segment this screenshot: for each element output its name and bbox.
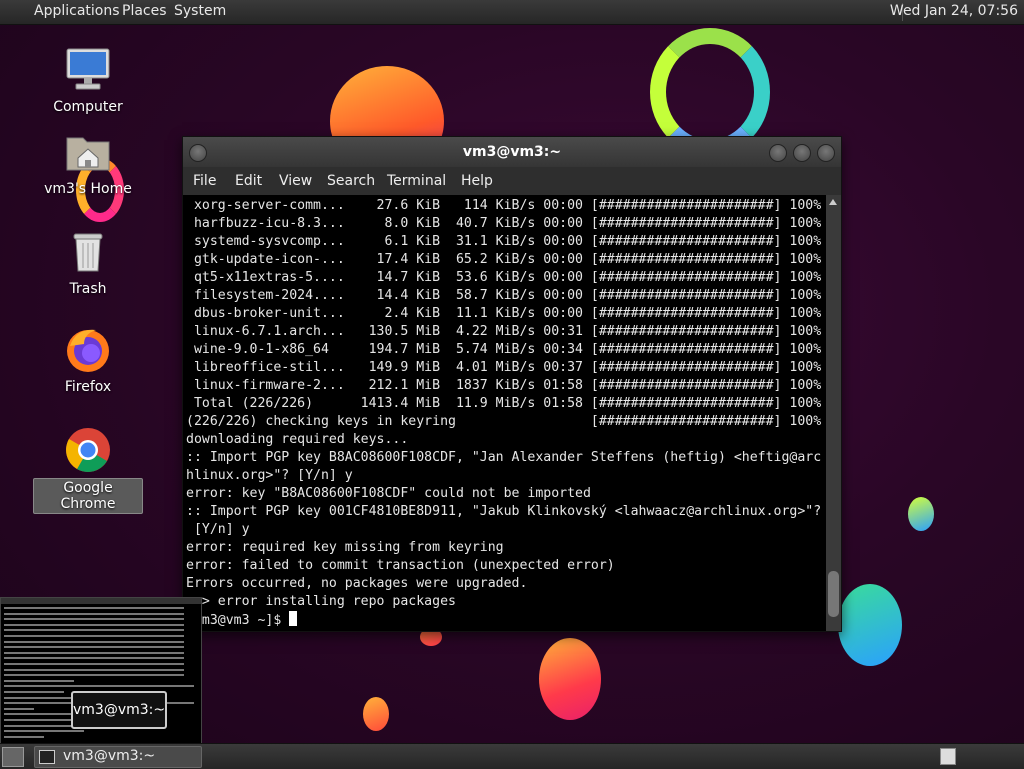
wallpaper-teal-blob bbox=[838, 584, 902, 666]
menu-help[interactable]: Help bbox=[461, 173, 493, 189]
terminal-window[interactable]: vm3@vm3:~ File Edit View Search Terminal… bbox=[182, 136, 842, 632]
terminal-line: linux-firmware-2... 212.1 MiB 1837 KiB/s… bbox=[186, 378, 822, 393]
window-switcher-label: vm3@vm3:~ bbox=[71, 691, 167, 729]
preview-text-line bbox=[4, 707, 34, 710]
terminal-line: libreoffice-stil... 149.9 MiB 4.01 MiB/s… bbox=[186, 360, 822, 375]
preview-text-line bbox=[4, 640, 184, 643]
terminal-prompt-line[interactable]: [vm3@vm3 ~]$ bbox=[186, 611, 298, 630]
preview-text-line bbox=[4, 635, 184, 637]
chrome-icon bbox=[64, 426, 112, 474]
terminal-line: qt5-x11extras-5.... 14.7 KiB 53.6 KiB/s … bbox=[186, 270, 822, 285]
menu-file[interactable]: File bbox=[193, 173, 216, 189]
preview-text-line bbox=[4, 646, 184, 649]
terminal-line: hlinux.org>"? [Y/n] y bbox=[186, 468, 353, 483]
menu-view[interactable]: View bbox=[279, 173, 312, 189]
home-folder-icon bbox=[64, 128, 112, 176]
preview-text-line bbox=[4, 629, 184, 632]
preview-text-line bbox=[4, 607, 184, 609]
taskbar-item-terminal[interactable]: vm3@vm3:~ bbox=[34, 746, 202, 768]
preview-menubar bbox=[1, 598, 201, 604]
preview-text-line bbox=[4, 663, 184, 665]
window-switcher-preview: vm3@vm3:~ bbox=[0, 597, 202, 745]
desktop-icon-label: vm3's Home bbox=[44, 181, 132, 197]
desktop-icon-computer[interactable]: Computer bbox=[33, 46, 143, 116]
desktop-icon-label: Trash bbox=[69, 281, 107, 297]
minimize-button[interactable] bbox=[769, 144, 787, 162]
preview-text-line bbox=[4, 618, 184, 621]
taskbar-item-label: vm3@vm3:~ bbox=[63, 748, 156, 764]
terminal-line: gtk-update-icon-... 17.4 KiB 65.2 KiB/s … bbox=[186, 252, 822, 267]
menu-search[interactable]: Search bbox=[327, 173, 375, 189]
firefox-icon bbox=[64, 326, 112, 374]
system-menu[interactable]: System bbox=[174, 3, 226, 19]
terminal-output[interactable]: xorg-server-comm... 27.6 KiB 114 KiB/s 0… bbox=[183, 195, 826, 631]
applications-menu[interactable]: Applications bbox=[34, 3, 120, 19]
desktop-icon-label: Firefox bbox=[64, 379, 112, 395]
preview-text-line bbox=[4, 730, 84, 733]
terminal-line: (226/226) checking keys in keyring [####… bbox=[186, 414, 822, 429]
preview-text-line bbox=[4, 691, 64, 693]
terminal-line: systemd-sysvcomp... 6.1 KiB 31.1 KiB/s 0… bbox=[186, 234, 822, 249]
wallpaper-small-orange-blob bbox=[363, 697, 389, 731]
preview-text-line bbox=[4, 735, 44, 738]
window-menubar: File Edit View Search Terminal Help bbox=[183, 167, 841, 195]
terminal-line: xorg-server-comm... 27.6 KiB 114 KiB/s 0… bbox=[186, 198, 822, 213]
terminal-line: -> error installing repo packages bbox=[186, 594, 456, 609]
show-desktop-icon[interactable] bbox=[2, 747, 24, 767]
terminal-line: Total (226/226) 1413.4 MiB 11.9 MiB/s 01… bbox=[186, 396, 822, 411]
terminal-icon bbox=[39, 750, 55, 764]
wallpaper-small-blue-blob bbox=[908, 497, 934, 531]
preview-text-line bbox=[4, 612, 184, 615]
terminal-line: Errors occurred, no packages were upgrad… bbox=[186, 576, 528, 591]
scrollbar-thumb[interactable] bbox=[828, 571, 839, 617]
desktop-icon-label: Computer bbox=[53, 99, 123, 115]
terminal-cursor bbox=[289, 611, 298, 626]
window-title: vm3@vm3:~ bbox=[462, 144, 562, 160]
terminal-line: error: key "B8AC08600F108CDF" could not … bbox=[186, 486, 591, 501]
preview-text-line bbox=[4, 674, 184, 677]
computer-icon bbox=[64, 46, 112, 94]
terminal-line: error: required key missing from keyring bbox=[186, 540, 504, 555]
terminal-line: downloading required keys... bbox=[186, 432, 409, 447]
preview-text-line bbox=[4, 668, 184, 671]
terminal-line: harfbuzz-icu-8.3... 8.0 KiB 40.7 KiB/s 0… bbox=[186, 216, 822, 231]
maximize-button[interactable] bbox=[793, 144, 811, 162]
terminal-line: linux-6.7.1.arch... 130.5 MiB 4.22 MiB/s… bbox=[186, 324, 822, 339]
scroll-up-icon[interactable] bbox=[829, 199, 837, 205]
terminal-line: filesystem-2024.... 14.4 KiB 58.7 KiB/s … bbox=[186, 288, 822, 303]
window-menu-icon[interactable] bbox=[189, 144, 207, 162]
desktop-icon-home[interactable]: vm3's Home bbox=[33, 128, 143, 198]
desktop-icon-label: Google Chrome bbox=[33, 478, 143, 514]
preview-text-line bbox=[4, 679, 74, 682]
menu-edit[interactable]: Edit bbox=[235, 173, 262, 189]
trash-icon bbox=[64, 228, 112, 276]
terminal-line: :: Import PGP key B8AC08600F108CDF, "Jan… bbox=[186, 450, 822, 465]
window-titlebar[interactable]: vm3@vm3:~ bbox=[183, 137, 841, 167]
preview-text-line bbox=[4, 651, 184, 654]
terminal-line: dbus-broker-unit... 2.4 KiB 11.1 KiB/s 0… bbox=[186, 306, 822, 321]
places-menu[interactable]: Places bbox=[122, 3, 167, 19]
clock[interactable]: Wed Jan 24, 07:56 bbox=[890, 3, 1018, 19]
top-panel: Applications Places System Wed Jan 24, 0… bbox=[0, 0, 1024, 25]
preview-text-line bbox=[4, 657, 184, 660]
preview-text-line bbox=[4, 623, 184, 626]
close-button[interactable] bbox=[817, 144, 835, 162]
menu-terminal[interactable]: Terminal bbox=[387, 173, 446, 189]
terminal-line: error: failed to commit transaction (une… bbox=[186, 558, 615, 573]
bottom-panel: vm3@vm3:~ bbox=[0, 743, 1024, 769]
wallpaper-red-orange-blob bbox=[539, 638, 601, 720]
terminal-line: [Y/n] y bbox=[186, 522, 250, 537]
terminal-scrollbar[interactable] bbox=[826, 195, 841, 631]
desktop-icon-chrome[interactable]: Google Chrome bbox=[33, 426, 143, 514]
preview-text-line bbox=[4, 685, 194, 688]
terminal-line: :: Import PGP key 001CF4810BE8D911, "Jak… bbox=[186, 504, 822, 519]
terminal-line: wine-9.0-1-x86_64 194.7 MiB 5.74 MiB/s 0… bbox=[186, 342, 822, 357]
desktop-icon-trash[interactable]: Trash bbox=[33, 228, 143, 298]
workspace-switcher[interactable] bbox=[940, 748, 956, 765]
desktop-icon-firefox[interactable]: Firefox bbox=[33, 326, 143, 396]
